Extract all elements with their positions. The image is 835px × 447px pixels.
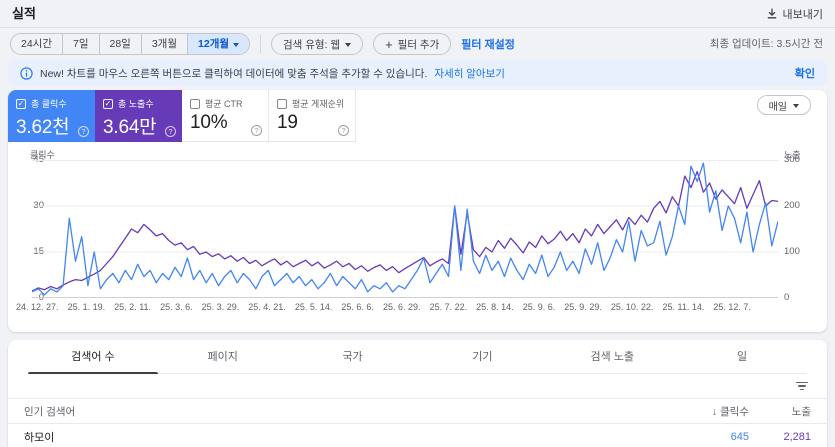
x-axis-label: 25. 1. 19.: [68, 302, 106, 312]
download-icon: [766, 8, 778, 20]
export-button[interactable]: 내보내기: [766, 0, 823, 28]
metric-average-position[interactable]: 평균 게재순위 19 ?: [269, 90, 356, 142]
checkbox-checked-icon[interactable]: ✓: [103, 99, 113, 109]
date-range-3개월[interactable]: 3개월: [141, 34, 187, 54]
x-axis-label: 25. 6. 29.: [383, 302, 421, 312]
metric-value: 3.62천: [16, 112, 87, 139]
confirm-button[interactable]: 확인: [795, 65, 815, 81]
help-icon[interactable]: ?: [78, 126, 89, 137]
table-row[interactable]: 하모이6452,281: [8, 424, 827, 447]
header-clicks-label: 클릭수: [720, 406, 749, 418]
date-range-segmented-control: 24시간7일28일3개월12개월: [10, 33, 250, 55]
table-filter-icon[interactable]: [793, 379, 811, 394]
header-impressions[interactable]: 노출: [749, 404, 827, 419]
x-axis-label: 25. 2. 11.: [114, 302, 151, 312]
x-axis-labels: 24. 12. 27. 25. 1. 19. 25. 2. 11. 25. 3. 6.…: [16, 302, 751, 312]
metric-total-impressions[interactable]: ✓ 총 노출수 3.64만 ?: [95, 90, 182, 142]
dimension-tabs: 검색어 수페이지국가기기검색 노출일: [28, 340, 807, 374]
header-query[interactable]: 인기 검색어: [8, 404, 657, 419]
search-console-performance-page: 실적 내보내기 24시간7일28일3개월12개월 검색 유형: 웹 + 필터 추…: [0, 0, 835, 447]
banner-text: New! 차트를 마우스 오른쪽 버튼으로 클릭하여 데이터에 맞춤 주석을 추…: [40, 66, 427, 81]
table-body: 하모이6452,281: [8, 424, 827, 447]
x-axis-label: 25. 3. 6.: [160, 302, 193, 312]
x-axis-label: 25. 9. 29.: [564, 302, 602, 312]
metric-label: 총 클릭수: [31, 97, 67, 110]
right-tick-300: 300: [784, 154, 800, 165]
tab-페이지[interactable]: 페이지: [158, 340, 288, 373]
info-banner: New! 차트를 마우스 오른쪽 버튼으로 클릭하여 데이터에 맞춤 주석을 추…: [8, 60, 827, 86]
table-toolbar: [8, 374, 827, 398]
tab-국가[interactable]: 국가: [288, 340, 418, 373]
help-icon[interactable]: ?: [251, 125, 262, 136]
dimensions-table-card: 검색어 수페이지국가기기검색 노출일 인기 검색어 ↓클릭수 노출 하모이645…: [8, 340, 827, 447]
metric-label: 평균 게재순위: [292, 97, 344, 110]
export-label: 내보내기: [783, 6, 823, 22]
metrics-row: ✓ 총 클릭수 3.62천 ? ✓ 총 노출수 3.64만 ? 평균 CTR: [8, 90, 356, 142]
checkbox-checked-icon[interactable]: ✓: [16, 99, 26, 109]
date-range-24시간[interactable]: 24시간: [11, 34, 62, 54]
table-header-row: 인기 검색어 ↓클릭수 노출: [8, 398, 827, 424]
chevron-down-icon: [233, 43, 239, 47]
page-title: 실적: [12, 0, 36, 28]
checkbox-unchecked-icon[interactable]: [190, 99, 200, 109]
right-tick-100: 100: [784, 246, 800, 257]
x-axis-label: 25. 4. 21.: [248, 302, 286, 312]
add-filter-button[interactable]: + 필터 추가: [373, 33, 451, 55]
chevron-down-icon: [345, 43, 351, 47]
date-range-7일[interactable]: 7일: [62, 34, 99, 54]
search-type-dropdown[interactable]: 검색 유형: 웹: [271, 33, 363, 55]
cell-query[interactable]: 하모이: [8, 429, 657, 445]
x-axis-label: 25. 7. 22.: [430, 302, 468, 312]
x-axis-label: 25. 10. 22.: [611, 302, 654, 312]
date-range-28일[interactable]: 28일: [99, 34, 141, 54]
cell-impressions: 2,281: [749, 431, 827, 443]
sort-descending-icon: ↓: [712, 406, 717, 418]
help-icon[interactable]: ?: [338, 125, 349, 136]
tab-검색어 수[interactable]: 검색어 수: [28, 340, 158, 373]
tab-일[interactable]: 일: [677, 340, 807, 373]
metric-value: 10%: [190, 112, 260, 134]
x-axis-label: 25. 9. 6.: [523, 302, 556, 312]
checkbox-unchecked-icon[interactable]: [277, 99, 287, 109]
metric-label: 총 노출수: [118, 97, 154, 110]
divider: [260, 35, 261, 53]
series-line-clicks: [32, 163, 778, 295]
line-chart[interactable]: [32, 160, 778, 298]
right-tick-0: 0: [784, 292, 789, 303]
search-type-label: 검색 유형: 웹: [283, 37, 340, 52]
plus-icon: +: [385, 38, 393, 51]
x-axis-label: 25. 11. 14.: [662, 302, 704, 312]
granularity-dropdown[interactable]: 매일: [757, 95, 811, 115]
metric-value: 3.64만: [103, 112, 174, 139]
tab-기기[interactable]: 기기: [417, 340, 547, 373]
x-axis-label: 25. 8. 14.: [476, 302, 514, 312]
x-axis-label: 25. 12. 7.: [713, 302, 751, 312]
title-bar: 실적 내보내기: [0, 0, 835, 28]
metric-label: 평균 CTR: [205, 97, 243, 110]
cell-clicks: 645: [657, 431, 749, 443]
right-tick-200: 200: [784, 200, 800, 211]
x-axis-label: 25. 3. 29.: [202, 302, 240, 312]
granularity-label: 매일: [769, 98, 787, 113]
help-icon[interactable]: ?: [165, 126, 176, 137]
x-axis-label: 25. 5. 14.: [295, 302, 333, 312]
metric-value: 19: [277, 112, 347, 134]
last-updated-text: 최종 업데이트: 3.5시간 전: [710, 28, 823, 60]
performance-chart-card: ✓ 총 클릭수 3.62천 ? ✓ 총 노출수 3.64만 ? 평균 CTR: [8, 90, 827, 332]
date-range-12개월[interactable]: 12개월: [187, 34, 249, 54]
header-clicks-sorted[interactable]: ↓클릭수: [657, 404, 749, 419]
add-filter-label: 필터 추가: [398, 37, 440, 52]
metric-total-clicks[interactable]: ✓ 총 클릭수 3.62천 ?: [8, 90, 95, 142]
chevron-down-icon: [793, 104, 799, 108]
x-axis-label: 24. 12. 27.: [16, 302, 59, 312]
learn-more-link[interactable]: 자세히 알아보기: [434, 66, 505, 81]
info-icon: [20, 67, 33, 80]
reset-filters-button[interactable]: 필터 재설정: [461, 36, 515, 52]
tab-검색 노출[interactable]: 검색 노출: [547, 340, 677, 373]
x-axis-label: 25. 6. 6.: [341, 302, 374, 312]
series-line-impressions: [32, 172, 778, 292]
metric-average-ctr[interactable]: 평균 CTR 10% ?: [182, 90, 269, 142]
